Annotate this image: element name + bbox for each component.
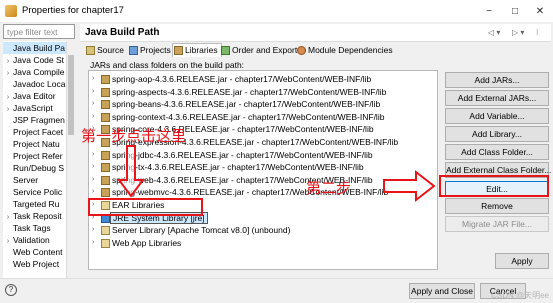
apply-and-close-button[interactable]: Apply and Close <box>409 283 475 299</box>
annotation-arrows <box>117 145 436 203</box>
help-icon[interactable]: ? <box>5 284 17 296</box>
watermark-text: CSDN @天明ee <box>491 291 549 300</box>
step1-arrow-icon <box>117 145 145 198</box>
bottom-bar: ? Apply and Close Cancel CSDN @天明ee <box>0 278 553 303</box>
step2-arrow-icon <box>383 169 436 203</box>
